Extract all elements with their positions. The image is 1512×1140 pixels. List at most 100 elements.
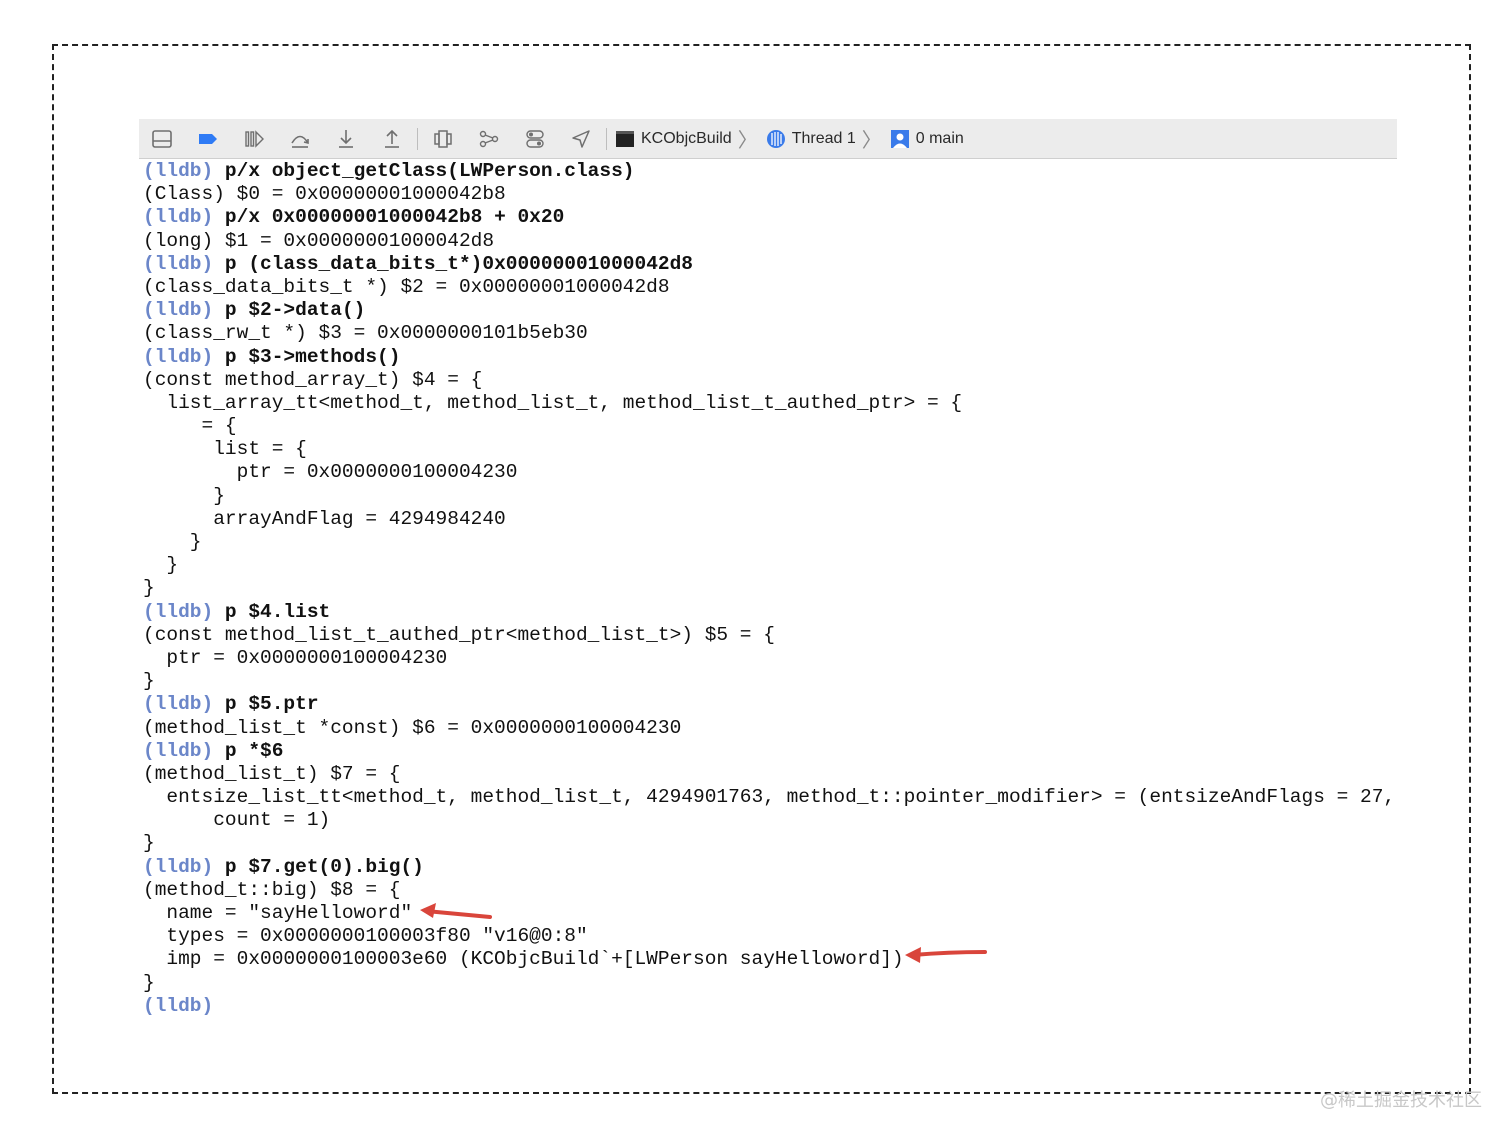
console-output-line: (const method_array_t) $4 = { [143, 369, 1393, 392]
continue-icon[interactable] [231, 119, 277, 159]
breakpoints-toggle-icon[interactable] [185, 119, 231, 159]
console-output-line: } [143, 554, 1393, 577]
step-out-icon[interactable] [369, 119, 415, 159]
breadcrumb-item-thread[interactable]: Thread 1 〉 [766, 124, 884, 153]
lldb-command-text: p $4.list [224, 600, 331, 623]
memory-graph-icon[interactable] [466, 119, 512, 159]
lldb-output-text: ptr = 0x0000000100004230 [143, 461, 518, 484]
console-command-line: (lldb) p $7.get(0).big() [143, 856, 1393, 879]
lldb-command-text: p/x object_getClass(LWPerson.class) [224, 160, 635, 182]
lldb-console[interactable]: (lldb) p/x object_getClass(LWPerson.clas… [143, 160, 1396, 1018]
lldb-prompt: (lldb) [143, 345, 214, 368]
console-command-line: (lldb) p/x 0x00000001000042b8 + 0x20 [143, 206, 1393, 229]
console-output-line: name = "sayHelloword" [143, 902, 1393, 925]
lldb-command-text: p/x 0x00000001000042b8 + 0x20 [224, 206, 565, 229]
lldb-prompt: (lldb) [143, 206, 214, 229]
lldb-output-text: types = 0x0000000100003f80 "v16@0:8" [143, 925, 588, 948]
console-command-line: (lldb) [143, 995, 1393, 1018]
console-output-line: list_array_tt<method_t, method_list_t, m… [143, 392, 1393, 415]
lldb-prompt: (lldb) [143, 252, 214, 275]
debug-toolbar: KCObjcBuild 〉 Thread 1 〉 0 main [139, 119, 1397, 159]
lldb-output-text: (class_rw_t *) $3 = 0x0000000101b5eb30 [143, 322, 588, 345]
console-output-line: (class_data_bits_t *) $2 = 0x00000001000… [143, 276, 1393, 299]
console-output-line: (method_list_t *const) $6 = 0x0000000100… [143, 717, 1393, 740]
arrow-annotation-name [420, 903, 492, 919]
watermark: @稀土掘金技术社区 [1320, 1090, 1482, 1111]
lldb-output-text: (class_data_bits_t *) $2 = 0x00000001000… [143, 275, 670, 298]
lldb-command-text: p $2->data() [224, 299, 366, 322]
breadcrumb-item-frame[interactable]: 0 main [890, 129, 964, 149]
console-output-line: (method_list_t) $7 = { [143, 763, 1393, 786]
console-output-line: (long) $1 = 0x00000001000042d8 [143, 230, 1393, 253]
environment-overrides-icon[interactable] [512, 119, 558, 159]
lldb-prompt: (lldb) [143, 600, 214, 623]
toolbar-separator [417, 127, 418, 150]
lldb-output-text: } [143, 554, 179, 577]
lldb-output-text: (Class) $0 = 0x00000001000042b8 [143, 183, 506, 206]
breadcrumb-label: Thread 1 [791, 129, 856, 147]
lldb-output-text: list_array_tt<method_t, method_list_t, m… [143, 391, 963, 414]
lldb-prompt: (lldb) [143, 693, 214, 716]
console-output-line: types = 0x0000000100003f80 "v16@0:8" [143, 925, 1393, 948]
console-command-line: (lldb) p/x object_getClass(LWPerson.clas… [143, 160, 1393, 183]
toolbar-separator [606, 127, 607, 150]
lldb-prompt: (lldb) [143, 299, 214, 322]
console-command-line: (lldb) p $5.ptr [143, 693, 1393, 716]
lldb-prompt: (lldb) [143, 160, 214, 182]
step-over-icon[interactable] [277, 119, 323, 159]
simulate-location-icon[interactable] [558, 119, 604, 159]
lldb-output-text: } [143, 832, 155, 855]
console-output-line: } [143, 485, 1393, 508]
console-command-line: (lldb) p $3->methods() [143, 346, 1393, 369]
lldb-output-text: } [143, 577, 155, 600]
lldb-output-text: (long) $1 = 0x00000001000042d8 [143, 229, 495, 252]
lldb-output-text: } [143, 484, 225, 507]
view-hierarchy-icon[interactable] [420, 119, 466, 159]
terminal-icon [615, 129, 635, 149]
frame-icon [890, 129, 910, 149]
lldb-output-text: } [143, 971, 155, 994]
lldb-command-text: p *$6 [224, 739, 284, 762]
lldb-command-text: p (class_data_bits_t*)0x00000001000042d8 [224, 252, 693, 275]
lldb-output-text: } [143, 670, 155, 693]
console-output-line: arrayAndFlag = 4294984240 [143, 508, 1393, 531]
lldb-output-text: imp = 0x0000000100003e60 (KCObjcBuild`+[… [143, 948, 904, 971]
console-command-line: (lldb) p (class_data_bits_t*)0x000000010… [143, 253, 1393, 276]
hide-debug-area-icon[interactable] [139, 119, 185, 159]
console-command-line: (lldb) p *$6 [143, 740, 1393, 763]
console-output-line: } [143, 670, 1393, 693]
lldb-prompt: (lldb) [143, 994, 214, 1017]
lldb-output-text: (method_t::big) $8 = { [143, 878, 401, 901]
console-output-line: = { [143, 415, 1393, 438]
step-into-icon[interactable] [323, 119, 369, 159]
lldb-output-text: name = "sayHelloword" [143, 902, 413, 924]
console-output-line: (const method_list_t_authed_ptr<method_l… [143, 624, 1393, 647]
console-output-line: (method_t::big) $8 = { [143, 879, 1393, 902]
lldb-output-text: arrayAndFlag = 4294984240 [143, 507, 506, 530]
lldb-output-text: (method_list_t) $7 = { [143, 762, 401, 785]
console-output-line: ptr = 0x0000000100004230 [143, 461, 1393, 484]
lldb-output-text: (method_list_t *const) $6 = 0x0000000100… [143, 716, 682, 739]
lldb-command-text: p $7.get(0).big() [224, 855, 424, 878]
chevron-right-icon: 〉 [861, 130, 882, 152]
lldb-output-text: } [143, 531, 202, 553]
console-output-line: ptr = 0x0000000100004230 [143, 647, 1393, 670]
console-output-line: entsize_list_tt<method_t, method_list_t,… [143, 786, 1396, 809]
console-output-line: (Class) $0 = 0x00000001000042b8 [143, 183, 1393, 206]
console-output-line: } [143, 972, 1393, 995]
breadcrumb-item-target[interactable]: KCObjcBuild 〉 [615, 124, 760, 153]
breadcrumb-label: KCObjcBuild [641, 129, 732, 147]
lldb-prompt: (lldb) [143, 739, 214, 762]
thread-icon [766, 129, 786, 149]
lldb-command-text: p $5.ptr [224, 693, 319, 716]
lldb-command-text: p $3->methods() [224, 345, 401, 368]
console-output-line: count = 1) [143, 809, 1393, 832]
lldb-output-text: ptr = 0x0000000100004230 [143, 646, 448, 669]
console-output-line: } [143, 832, 1393, 855]
lldb-output-text: = { [143, 415, 237, 438]
arrow-annotation-imp [905, 947, 987, 963]
lldb-output-text: entsize_list_tt<method_t, method_list_t,… [143, 786, 1396, 809]
console-output-line: list = { [143, 438, 1393, 461]
console-command-line: (lldb) p $4.list [143, 601, 1393, 624]
lldb-output-text: list = { [143, 438, 307, 461]
